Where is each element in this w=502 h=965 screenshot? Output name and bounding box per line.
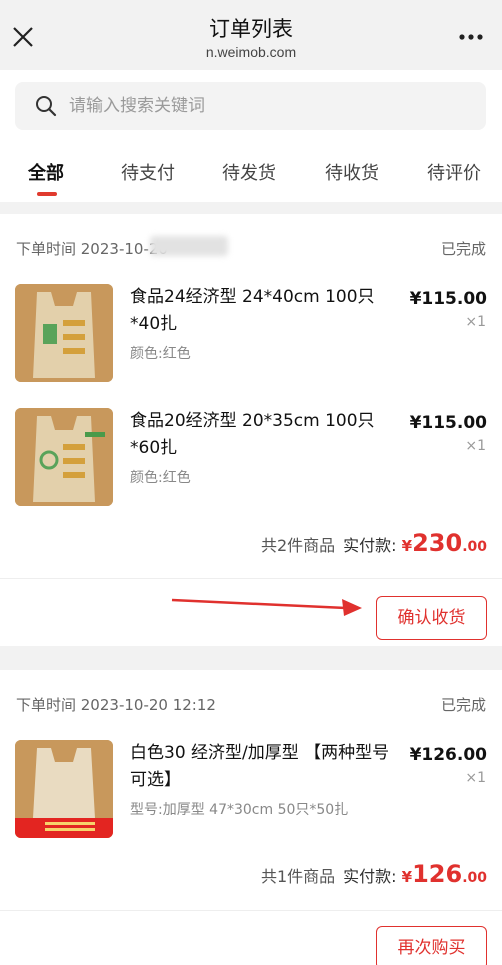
order-status: 已完成	[440, 696, 486, 714]
total-currency: ¥	[401, 537, 413, 555]
order-time: 下单时间 2023-10-20	[16, 240, 168, 258]
total-decimals: .00	[462, 539, 487, 555]
arrow-annotation	[171, 598, 362, 616]
product-name[interactable]: 食品20经济型 20*35cm 100只*60扎	[130, 408, 395, 462]
top-bar: 订单列表 n.weimob.com	[0, 0, 502, 70]
search-section	[0, 70, 502, 140]
total-decimals: .00	[462, 870, 487, 886]
order-status: 已完成	[440, 240, 486, 258]
item-count: 共1件商品	[260, 867, 336, 886]
active-tab-indicator	[37, 192, 57, 196]
order-time: 下单时间 2023-10-20 12:12	[16, 696, 216, 714]
tab-pending-shipment[interactable]: 待发货	[222, 159, 276, 185]
product-thumbnail[interactable]	[15, 284, 113, 382]
order-summary: 共2件商品 实付款: ¥230.00	[261, 529, 487, 557]
product-thumbnail[interactable]	[15, 408, 113, 506]
product-thumbnail[interactable]	[15, 740, 113, 838]
total-currency: ¥	[401, 868, 413, 886]
order-card[interactable]: 下单时间 2023-10-20 12:12 已完成 白色30 经济型/加厚型 【…	[0, 670, 502, 965]
divider	[0, 578, 502, 579]
order-card[interactable]: 下单时间 2023-10-20 已完成 食品24经济型 24*40cm 100只…	[0, 214, 502, 646]
buy-again-button[interactable]: 再次购买	[376, 926, 487, 965]
total-amount: 126	[412, 860, 463, 888]
product-quantity: ×1	[465, 770, 486, 786]
product-price: ¥115.00	[409, 289, 487, 309]
divider	[0, 910, 502, 911]
total-amount: 230	[412, 529, 463, 557]
paid-label: 实付款:	[343, 867, 397, 886]
page-domain: n.weimob.com	[205, 44, 297, 60]
search-bar[interactable]	[15, 82, 486, 130]
search-input[interactable]	[69, 82, 469, 130]
paid-label: 实付款:	[343, 536, 397, 555]
product-price: ¥115.00	[409, 413, 487, 433]
tab-pending-payment[interactable]: 待支付	[121, 159, 175, 185]
product-spec: 型号:加厚型 47*30cm 50只*50扎	[130, 802, 349, 818]
tab-pending-receipt[interactable]: 待收货	[325, 159, 379, 185]
blurred-region	[150, 236, 228, 256]
order-summary: 共1件商品 实付款: ¥126.00	[261, 860, 487, 888]
product-spec: 颜色:红色	[130, 346, 191, 362]
order-tabs: 全部 待支付 待发货 待收货 待评价	[0, 140, 502, 202]
product-quantity: ×1	[465, 314, 486, 330]
page-title: 订单列表	[209, 17, 293, 41]
product-spec: 颜色:红色	[130, 470, 191, 486]
product-name[interactable]: 白色30 经济型/加厚型 【两种型号可选】	[130, 740, 395, 794]
product-price: ¥126.00	[409, 745, 487, 765]
confirm-receipt-button[interactable]: 确认收货	[376, 596, 487, 640]
product-quantity: ×1	[465, 438, 486, 454]
tab-pending-review[interactable]: 待评价	[427, 159, 481, 185]
product-name[interactable]: 食品24经济型 24*40cm 100只*40扎	[130, 284, 395, 338]
tab-all[interactable]: 全部	[28, 159, 64, 185]
item-count: 共2件商品	[260, 536, 336, 555]
more-icon[interactable]	[458, 28, 484, 46]
search-icon	[36, 96, 57, 117]
